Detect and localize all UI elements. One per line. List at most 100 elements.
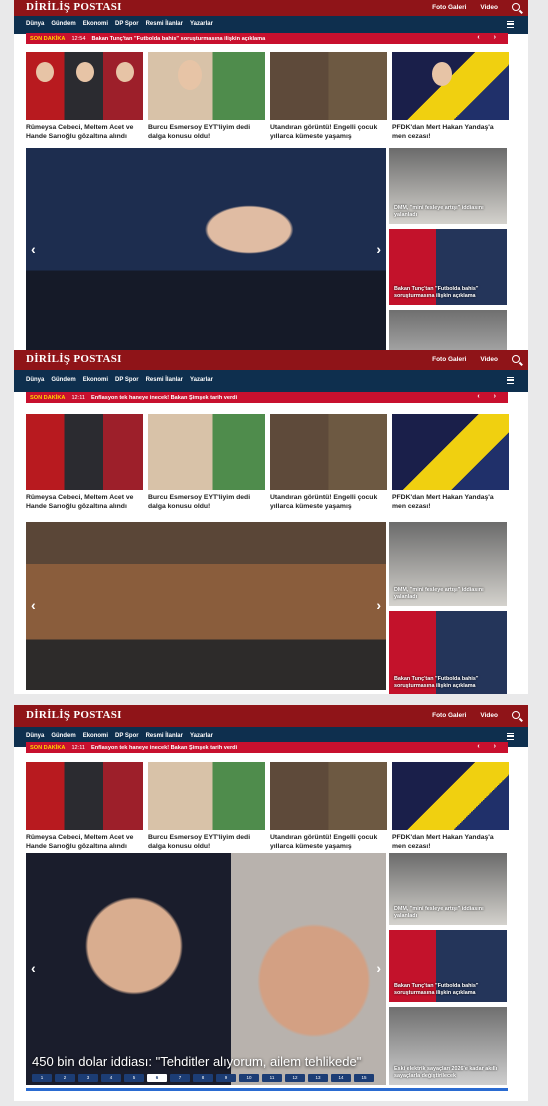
side-news-item[interactable]: Bakan Tunç'tan "Futbolda bahis" soruştur… xyxy=(389,229,507,305)
hero-slider[interactable]: ‹ › xyxy=(26,522,386,690)
pager-dot[interactable]: 6 xyxy=(147,1074,167,1082)
site-logo[interactable]: DİRİLİŞ POSTASI xyxy=(26,709,122,721)
news-card[interactable]: Burcu Esmersoy EYT'liyim dedi dalga konu… xyxy=(148,414,265,512)
news-card[interactable]: Rümeysa Cebeci, Meltem Acet ve Hande Sar… xyxy=(26,414,143,512)
nav-gundem[interactable]: Gündem xyxy=(51,733,75,739)
nav-resmi-ilanlar[interactable]: Resmi İlanlar xyxy=(146,733,183,739)
side-news-caption[interactable]: Bakan Tunç'tan "Futbolda bahis" soruştur… xyxy=(394,983,502,997)
menu-icon[interactable] xyxy=(507,377,514,384)
pager-dot[interactable]: 15 xyxy=(354,1074,374,1082)
side-news-item[interactable]: Bakan Tunç'tan "Futbolda bahis" soruştur… xyxy=(389,930,507,1002)
card-title[interactable]: Utandıran görüntü! Engelli çocuk yıllarc… xyxy=(270,494,387,512)
slider-prev-icon[interactable]: ‹ xyxy=(31,597,36,613)
menu-icon[interactable] xyxy=(507,733,514,740)
nav-dunya[interactable]: Dünya xyxy=(26,21,44,27)
news-card[interactable]: Utandıran görüntü! Engelli çocuk yıllarc… xyxy=(270,414,387,512)
side-news-item[interactable]: Eski elektrik sayaçları 2026'e kadar akı… xyxy=(389,1007,507,1085)
side-news-caption[interactable]: Bakan Tunç'tan "Futbolda bahis" soruştur… xyxy=(394,286,502,300)
nav-dunya[interactable]: Dünya xyxy=(26,733,44,739)
side-news-caption[interactable]: Eski elektrik sayaçları 2026'e kadar akı… xyxy=(394,1066,502,1080)
photo-gallery-link[interactable]: Foto Galeri xyxy=(432,356,466,363)
breaking-news-bar[interactable]: SON DAKİKA 12:11 Enflasyon tek haneye in… xyxy=(26,392,508,403)
side-news-item[interactable]: DMM, "mini fesleye artışı" iddiasını yal… xyxy=(389,522,507,606)
side-news-caption[interactable]: DMM, "mini fesleye artışı" iddiasını yal… xyxy=(394,906,502,920)
nav-gundem[interactable]: Gündem xyxy=(51,21,75,27)
pager-dot[interactable]: 9 xyxy=(216,1074,236,1082)
side-news-item[interactable]: Bakan Tunç'tan "Futbolda bahis" soruştur… xyxy=(389,611,507,694)
card-image[interactable] xyxy=(148,52,265,120)
search-icon[interactable] xyxy=(512,711,520,719)
pager-dot[interactable]: 2 xyxy=(55,1074,75,1082)
site-logo[interactable]: DİRİLİŞ POSTASI xyxy=(26,353,122,365)
video-link[interactable]: Video xyxy=(480,4,498,11)
hero-caption[interactable]: 450 bin dolar iddiası: "Tehditler alıyor… xyxy=(32,1054,361,1069)
news-card[interactable]: Utandıran görüntü! Engelli çocuk yıllarc… xyxy=(270,762,387,852)
news-card[interactable]: PFDK'dan Mert Hakan Yandaş'a men cezası! xyxy=(392,762,509,852)
pager-dot[interactable]: 5 xyxy=(124,1074,144,1082)
nav-resmi-ilanlar[interactable]: Resmi İlanlar xyxy=(146,377,183,383)
search-icon[interactable] xyxy=(512,355,520,363)
hero-slider[interactable]: ‹ › xyxy=(26,148,386,352)
news-card[interactable]: PFDK'dan Mert Hakan Yandaş'a men cezası! xyxy=(392,52,509,142)
card-image[interactable] xyxy=(392,414,509,490)
pager-dot[interactable]: 14 xyxy=(331,1074,351,1082)
video-link[interactable]: Video xyxy=(480,712,498,719)
card-title[interactable]: Rümeysa Cebeci, Meltem Acet ve Hande Sar… xyxy=(26,494,143,512)
slider-next-icon[interactable]: › xyxy=(376,960,381,976)
breaking-arrows-icon[interactable]: ‹ › xyxy=(477,393,502,400)
nav-ekonomi[interactable]: Ekonomi xyxy=(83,377,108,383)
pager-dot[interactable]: 1 xyxy=(32,1074,52,1082)
breaking-arrows-icon[interactable]: ‹ › xyxy=(477,743,502,750)
card-title[interactable]: PFDK'dan Mert Hakan Yandaş'a men cezası! xyxy=(392,834,509,852)
side-news-item[interactable]: DMM, "mini fesleye artışı" iddiasını yal… xyxy=(389,853,507,925)
slider-next-icon[interactable]: › xyxy=(376,597,381,613)
slider-prev-icon[interactable]: ‹ xyxy=(31,960,36,976)
breaking-arrows-icon[interactable]: ‹ › xyxy=(477,34,502,41)
nav-dp-spor[interactable]: DP Spor xyxy=(115,377,139,383)
card-image[interactable] xyxy=(26,762,143,830)
card-title[interactable]: PFDK'dan Mert Hakan Yandaş'a men cezası! xyxy=(392,124,509,142)
pager-dot[interactable]: 4 xyxy=(101,1074,121,1082)
pager-dot[interactable]: 13 xyxy=(308,1074,328,1082)
card-image[interactable] xyxy=(26,52,143,120)
card-title[interactable]: Burcu Esmersoy EYT'liyim dedi dalga konu… xyxy=(148,124,265,142)
side-news-caption[interactable]: DMM, "mini fesleye artışı" iddiasını yal… xyxy=(394,587,502,601)
breaking-text[interactable]: Enflasyon tek haneye inecek! Bakan Şimşe… xyxy=(91,395,237,401)
news-card[interactable]: Burcu Esmersoy EYT'liyim dedi dalga konu… xyxy=(148,52,265,142)
nav-dp-spor[interactable]: DP Spor xyxy=(115,21,139,27)
side-news-caption[interactable]: DMM, "mini fesleye artışı" iddiasını yal… xyxy=(394,205,502,219)
slider-prev-icon[interactable]: ‹ xyxy=(31,241,36,257)
breaking-news-bar[interactable]: SON DAKİKA 12:11 Enflasyon tek haneye in… xyxy=(26,742,508,753)
card-title[interactable]: Utandıran görüntü! Engelli çocuk yıllarc… xyxy=(270,124,387,142)
pager-dot[interactable]: 3 xyxy=(78,1074,98,1082)
video-link[interactable]: Video xyxy=(480,356,498,363)
photo-gallery-link[interactable]: Foto Galeri xyxy=(432,4,466,11)
nav-ekonomi[interactable]: Ekonomi xyxy=(83,733,108,739)
news-card[interactable]: Burcu Esmersoy EYT'liyim dedi dalga konu… xyxy=(148,762,265,852)
nav-yazarlar[interactable]: Yazarlar xyxy=(190,733,213,739)
card-image[interactable] xyxy=(148,414,265,490)
breaking-text[interactable]: Enflasyon tek haneye inecek! Bakan Şimşe… xyxy=(91,745,237,751)
pager-dot[interactable]: 7 xyxy=(170,1074,190,1082)
card-title[interactable]: Burcu Esmersoy EYT'liyim dedi dalga konu… xyxy=(148,834,265,852)
card-title[interactable]: PFDK'dan Mert Hakan Yandaş'a men cezası! xyxy=(392,494,509,512)
nav-ekonomi[interactable]: Ekonomi xyxy=(83,21,108,27)
photo-gallery-link[interactable]: Foto Galeri xyxy=(432,712,466,719)
news-card[interactable]: PFDK'dan Mert Hakan Yandaş'a men cezası! xyxy=(392,414,509,512)
side-news-item[interactable]: DMM, "mini fesleye artışı" iddiasını yal… xyxy=(389,148,507,224)
card-image[interactable] xyxy=(270,762,387,830)
card-title[interactable]: Rümeysa Cebeci, Meltem Acet ve Hande Sar… xyxy=(26,124,143,142)
card-image[interactable] xyxy=(270,414,387,490)
breaking-text[interactable]: Bakan Tunç'tan "Futbolda bahis" soruştur… xyxy=(91,36,265,42)
pager-dot[interactable]: 8 xyxy=(193,1074,213,1082)
side-news-caption[interactable]: Bakan Tunç'tan "Futbolda bahis" soruştur… xyxy=(394,676,502,690)
menu-icon[interactable] xyxy=(507,21,514,28)
nav-yazarlar[interactable]: Yazarlar xyxy=(190,377,213,383)
news-card[interactable]: Utandıran görüntü! Engelli çocuk yıllarc… xyxy=(270,52,387,142)
pager-dot[interactable]: 12 xyxy=(285,1074,305,1082)
pager-dot[interactable]: 11 xyxy=(262,1074,282,1082)
card-image[interactable] xyxy=(270,52,387,120)
site-logo[interactable]: DİRİLİŞ POSTASI xyxy=(26,1,122,13)
card-title[interactable]: Burcu Esmersoy EYT'liyim dedi dalga konu… xyxy=(148,494,265,512)
breaking-news-bar[interactable]: SON DAKİKA 12:54 Bakan Tunç'tan "Futbold… xyxy=(26,33,508,44)
